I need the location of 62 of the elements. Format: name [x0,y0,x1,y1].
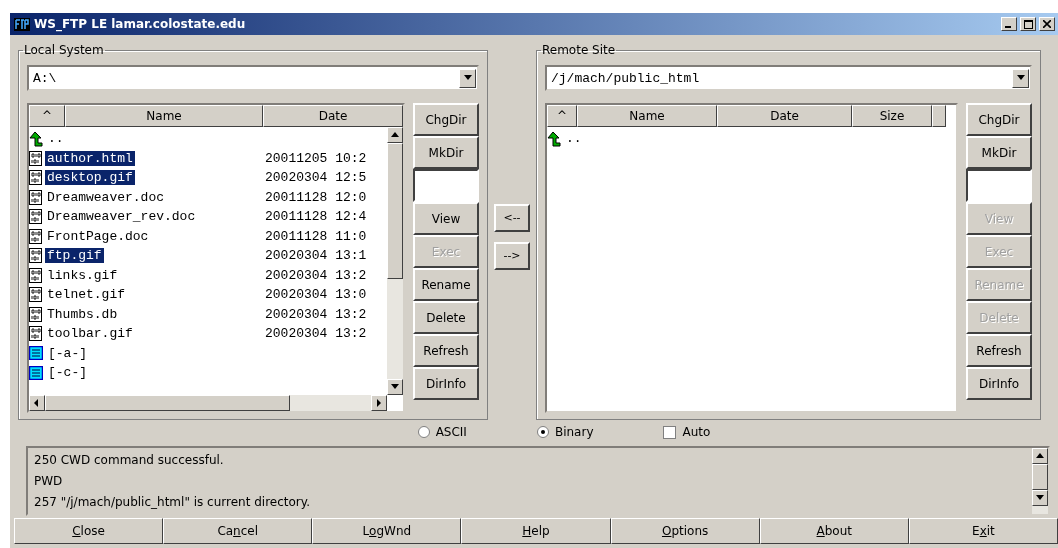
option-label: Binary [554,425,594,439]
file-name[interactable]: telnet.gif [45,287,127,303]
file-name[interactable]: author.html [45,150,135,166]
footer-button[interactable]: Options [610,518,760,544]
action-button[interactable]: DirInfo [413,367,479,400]
file-date: 20020304 13:2 [265,326,367,342]
action-button[interactable]: Refresh [966,334,1032,367]
column-header[interactable]: Name [577,105,717,127]
column-header[interactable]: Size [852,105,932,127]
file-date: 20020304 13:1 [265,248,367,264]
column-header[interactable]: Date [263,105,403,127]
file-name[interactable]: .. [46,131,66,147]
action-button[interactable]: MkDir [966,136,1032,169]
footer-button[interactable]: About [759,518,909,544]
action-button[interactable]: MkDir [413,136,479,169]
action-button[interactable]: Refresh [413,334,479,367]
log-line: PWD [34,474,64,488]
footer-button[interactable]: Exit [908,518,1058,544]
file-date: 20011205 10:2 [265,150,367,166]
file-date: 20020304 13:2 [265,306,367,322]
file-name[interactable]: Dreamweaver_rev.doc [45,209,198,225]
transfer-button[interactable]: --> [494,241,530,270]
action-button[interactable]: View [413,202,479,235]
column-header[interactable]: ^ [29,105,65,127]
panel-label: Local System [23,43,105,57]
footer-button[interactable]: Close [14,518,164,544]
file-date: 20020304 12:5 [265,170,367,186]
file-name[interactable]: [-c-] [46,365,89,381]
transfer-button[interactable]: <-- [494,203,530,232]
action-button[interactable]: Rename [413,268,479,301]
option-label: Auto [682,425,711,439]
file-name[interactable]: links.gif [45,267,120,283]
footer-button[interactable]: LogWnd [312,518,462,544]
file-name[interactable]: Dreamweaver.doc [45,189,167,205]
file-name[interactable]: ftp.gif [45,248,104,264]
column-header[interactable]: Name [65,105,263,127]
action-button[interactable]: ChgDir [413,103,479,136]
window-title: WS_FTP LE lamar.colostate.edu [34,17,247,31]
path-dropdown[interactable]: A:\ [27,65,479,91]
log-line: 257 "/j/mach/public_html" is current directory. [34,494,311,509]
file-name[interactable]: desktop.gif [45,170,135,186]
file-name[interactable]: toolbar.gif [45,326,135,342]
file-name[interactable]: Thumbs.db [45,306,120,322]
file-date: 20020304 13:0 [265,287,367,303]
option-label: ASCII [435,425,467,439]
column-header[interactable]: Date [717,105,852,127]
action-button[interactable]: Delete [413,301,479,334]
file-date: 20020304 13:2 [265,267,367,283]
file-name[interactable]: FrontPage.doc [45,228,151,244]
action-button[interactable]: DirInfo [966,367,1032,400]
log-line: 250 CWD command successful. [34,453,225,468]
column-header[interactable]: ^ [547,105,577,127]
footer-button[interactable]: Help [461,518,611,544]
file-name[interactable]: .. [564,131,584,147]
file-date: 20011128 12:4 [265,209,367,225]
panel-label: Remote Site [541,43,617,57]
footer-button[interactable]: Cancel [163,518,313,544]
file-date: 20011128 12:0 [265,189,367,205]
path-dropdown[interactable]: /j/mach/public_html [545,65,1032,91]
file-date: 20011128 11:0 [265,228,367,244]
file-name[interactable]: [-a-] [46,345,89,361]
action-button[interactable]: ChgDir [966,103,1032,136]
